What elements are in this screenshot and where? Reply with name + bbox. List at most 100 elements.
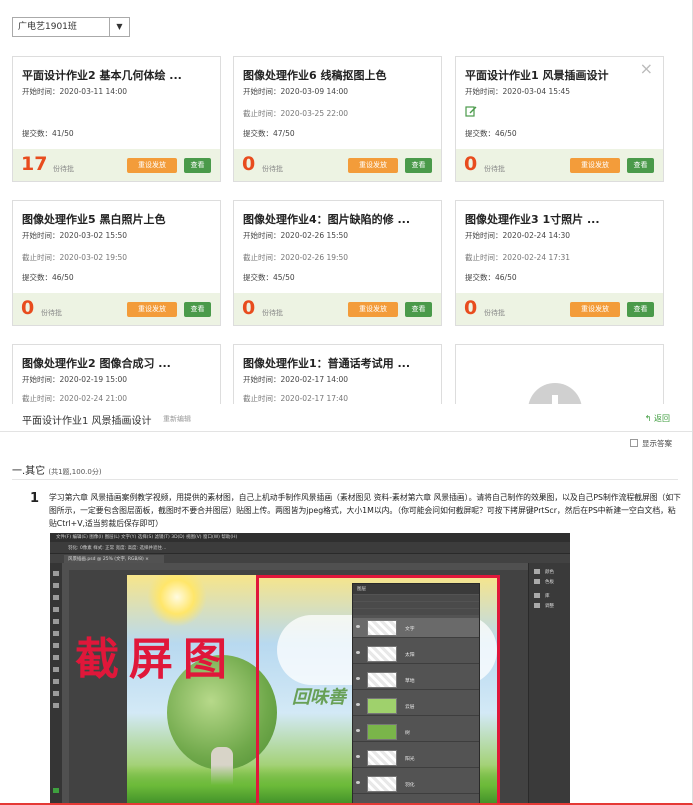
question-text: 学习第六章 风景插画案例教学视频，用提供的素材图，自己上机动手制作风景插画（素材… bbox=[49, 493, 681, 528]
card-footer: 0 份待批 重设发放 查看 bbox=[234, 293, 441, 325]
chevron-down-icon[interactable]: ▼ bbox=[109, 18, 129, 36]
card-title[interactable]: 图像处理作业2 图像合成习 ... bbox=[22, 355, 202, 371]
reset-release-button[interactable]: 重设发放 bbox=[127, 158, 177, 173]
view-button[interactable]: 查看 bbox=[184, 302, 211, 317]
layer-row: 树 bbox=[353, 722, 479, 742]
ps-menubar-text: 文件(F) 编辑(E) 图像(I) 图层(L) 文字(Y) 选择(S) 滤镜(T… bbox=[56, 535, 238, 540]
card-start-time: 开始时间：2020-02-17 14:00 bbox=[243, 375, 349, 384]
reset-release-button[interactable]: 重设发放 bbox=[127, 302, 177, 317]
layer-thumbnail bbox=[367, 672, 397, 688]
layer-row: 太阳 bbox=[353, 644, 479, 664]
card-title[interactable]: 图像处理作业1：普通话考试用 ... bbox=[243, 355, 423, 371]
ps-menubar: 文件(F) 编辑(E) 图像(I) 图层(L) 文字(Y) 选择(S) 滤镜(T… bbox=[50, 533, 570, 542]
card-deadline: 截止时间：2020-03-02 19:50 bbox=[22, 253, 128, 262]
layers-filter-row bbox=[353, 595, 479, 601]
eye-icon bbox=[356, 729, 360, 732]
assignment-card[interactable]: 图像处理作业6 线稿抠图上色 开始时间：2020-03-09 14:00 截止时… bbox=[233, 56, 442, 182]
show-answer-toggle[interactable]: 显示答案 bbox=[630, 438, 672, 449]
layer-thumbnail bbox=[367, 620, 397, 636]
library-panel-icon bbox=[534, 593, 540, 598]
panel-label: 调整 bbox=[545, 604, 554, 609]
marquee-tool-icon bbox=[53, 583, 59, 588]
ps-options-text: 羽化: 0像素 样式: 正常 宽度: 高度: 选择并遮住... bbox=[68, 546, 167, 551]
reset-release-button[interactable]: 重设发放 bbox=[348, 158, 398, 173]
screenshot-annotation: 截屏图 bbox=[75, 634, 237, 685]
card-title[interactable]: 图像处理作业5 黑白照片上色 bbox=[22, 211, 202, 227]
card-footer: 0 份待批 重设发放 查看 bbox=[13, 293, 220, 325]
card-submit-count: 提交数：45/50 bbox=[243, 273, 295, 282]
pending-count: 17 bbox=[21, 153, 48, 175]
card-footer: 17 份待批 重设发放 查看 bbox=[13, 149, 220, 181]
eye-icon bbox=[356, 677, 360, 680]
pending-count: 0 bbox=[464, 153, 478, 175]
pending-label: 份待批 bbox=[41, 309, 62, 317]
card-start-time: 开始时间：2020-03-02 15:50 bbox=[22, 231, 128, 240]
assignment-card[interactable]: 图像处理作业5 黑白照片上色 开始时间：2020-03-02 15:50 截止时… bbox=[12, 200, 221, 326]
card-submit-count: 提交数：46/50 bbox=[465, 129, 517, 138]
reset-release-button[interactable]: 重设发放 bbox=[348, 302, 398, 317]
view-button[interactable]: 查看 bbox=[627, 158, 654, 173]
pending-count: 0 bbox=[21, 297, 35, 319]
assignment-card[interactable]: 平面设计作业1 风景插画设计 × 开始时间：2020-03-04 15:45 提… bbox=[455, 56, 664, 182]
show-answer-checkbox[interactable] bbox=[630, 439, 638, 447]
assignment-card[interactable]: 平面设计作业2 基本几何体绘 ... 开始时间：2020-03-11 14:00… bbox=[12, 56, 221, 182]
move-tool-icon bbox=[53, 571, 59, 576]
layer-thumbnail bbox=[367, 646, 397, 662]
card-submit-count: 提交数：41/50 bbox=[22, 129, 74, 138]
eraser-tool-icon bbox=[53, 631, 59, 636]
view-button[interactable]: 查看 bbox=[184, 158, 211, 173]
card-title[interactable]: 平面设计作业2 基本几何体绘 ... bbox=[22, 67, 202, 83]
divider bbox=[12, 479, 678, 480]
ps-options-bar: 羽化: 0像素 样式: 正常 宽度: 高度: 选择并遮住... bbox=[50, 542, 570, 554]
card-footer: 0 份待批 重设发放 查看 bbox=[456, 149, 663, 181]
card-deadline: 截止时间：2020-03-25 22:00 bbox=[243, 109, 349, 118]
hand-tool-icon bbox=[53, 691, 59, 696]
page: 广电艺1901班 ▼ 平面设计作业2 基本几何体绘 ... 开始时间：2020-… bbox=[0, 0, 693, 805]
swatches-panel-icon bbox=[534, 579, 540, 584]
layer-thumbnail bbox=[367, 750, 397, 766]
card-title[interactable]: 图像处理作业3 1寸照片 ... bbox=[465, 211, 645, 227]
card-title[interactable]: 图像处理作业4：图片缺陷的修 ... bbox=[243, 211, 423, 227]
sun-graphic bbox=[147, 575, 207, 627]
layers-panel-header: 图层 bbox=[353, 584, 479, 594]
lasso-tool-icon bbox=[53, 595, 59, 600]
reset-release-button[interactable]: 重设发放 bbox=[570, 158, 620, 173]
reset-release-button[interactable]: 重设发放 bbox=[570, 302, 620, 317]
view-button[interactable]: 查看 bbox=[405, 158, 432, 173]
card-start-time: 开始时间：2020-03-11 14:00 bbox=[22, 87, 128, 96]
close-icon[interactable]: × bbox=[640, 59, 653, 78]
eye-icon bbox=[356, 781, 360, 784]
card-title[interactable]: 图像处理作业6 线稿抠图上色 bbox=[243, 67, 423, 83]
layer-row: 文字 bbox=[353, 618, 479, 638]
section-score: (共1题,100.0分) bbox=[48, 468, 102, 476]
assignment-card[interactable]: 图像处理作业4：图片缺陷的修 ... 开始时间：2020-02-26 15:50… bbox=[233, 200, 442, 326]
ps-ruler-top bbox=[62, 563, 528, 570]
card-submit-count: 提交数：46/50 bbox=[465, 273, 517, 282]
back-link[interactable]: ↰ 返回 bbox=[645, 413, 670, 424]
assignment-card[interactable]: 图像处理作业3 1寸照片 ... 开始时间：2020-02-24 14:30 截… bbox=[455, 200, 664, 326]
re-edit-link[interactable]: 重新编辑 bbox=[163, 414, 191, 424]
edit-icon[interactable] bbox=[465, 105, 477, 117]
adjustments-panel-icon bbox=[534, 603, 540, 608]
ps-tab-label: 风景插画.psd @ 25% (文字, RGB/8) × bbox=[68, 557, 149, 562]
pen-tool-icon bbox=[53, 655, 59, 660]
layer-thumbnail bbox=[367, 698, 397, 714]
panel-label: 库 bbox=[545, 594, 550, 599]
ps-document-tab: 风景插画.psd @ 25% (文字, RGB/8) × bbox=[64, 555, 164, 563]
view-button[interactable]: 查看 bbox=[627, 302, 654, 317]
card-footer: 0 份待批 重设发放 查看 bbox=[234, 149, 441, 181]
card-footer: 0 份待批 重设发放 查看 bbox=[456, 293, 663, 325]
layer-name: 树 bbox=[405, 731, 410, 736]
class-select[interactable]: 广电艺1901班 ▼ bbox=[12, 17, 130, 37]
eye-icon bbox=[356, 651, 360, 654]
card-deadline: 截止时间：2020-02-24 21:00 bbox=[22, 394, 128, 403]
card-deadline: 截止时间：2020-02-17 17:40 bbox=[243, 394, 349, 403]
eye-icon bbox=[356, 703, 360, 706]
view-button[interactable]: 查看 bbox=[405, 302, 432, 317]
show-answer-label: 显示答案 bbox=[642, 439, 672, 448]
pending-label: 份待批 bbox=[484, 309, 505, 317]
pending-count: 0 bbox=[464, 297, 478, 319]
section-title: 一.其它 bbox=[12, 466, 46, 477]
layer-name: 云层 bbox=[405, 705, 415, 710]
card-title[interactable]: 平面设计作业1 风景插画设计 bbox=[465, 67, 645, 83]
